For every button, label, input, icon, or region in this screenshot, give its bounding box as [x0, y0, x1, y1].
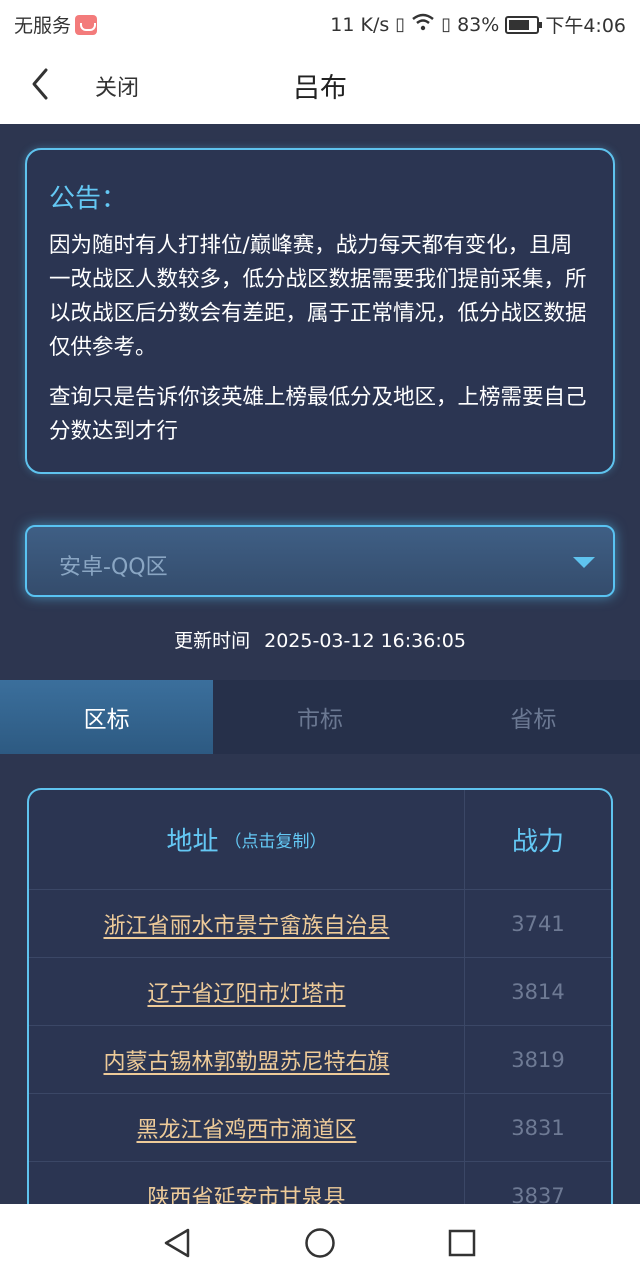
- vibrate-icon: ▯: [395, 14, 406, 35]
- rank-tabs: 区标 市标 省标: [0, 680, 640, 754]
- update-time-label: 更新时间: [174, 630, 251, 652]
- notification-app-icon: [75, 14, 98, 35]
- table-row: 黑龙江省鸡西市滴道区 3831: [29, 1094, 611, 1162]
- net-speed: 11 K/s: [330, 13, 390, 36]
- address-cell[interactable]: 浙江省丽水市景宁畲族自治县: [29, 890, 465, 957]
- alert-icon: ▯: [441, 14, 452, 35]
- notice-paragraph: 因为随时有人打排位/巅峰赛，战力每天都有变化，且周一改战区人数较多，低分战区数据…: [49, 233, 587, 360]
- nav-home-icon[interactable]: [303, 1226, 337, 1260]
- wifi-icon: [411, 13, 435, 36]
- address-cell[interactable]: 内蒙古锡林郭勒盟苏尼特右旗: [29, 1026, 465, 1093]
- battery-percent: 83%: [457, 13, 500, 36]
- table-row: 浙江省丽水市景宁畲族自治县 3741: [29, 890, 611, 958]
- column-header-power: 战力: [511, 827, 564, 857]
- back-arrow-icon[interactable]: [24, 62, 64, 106]
- table-row: 辽宁省辽阳市灯塔市 3814: [29, 958, 611, 1026]
- nav-back-icon[interactable]: [160, 1226, 194, 1260]
- notice-paragraph: 查询只是告诉你该英雄上榜最低分及地区，上榜需要自己分数达到才行: [49, 385, 587, 444]
- close-link[interactable]: 关闭: [95, 70, 139, 102]
- region-select-value: 安卓-QQ区: [59, 555, 168, 580]
- clock: 下午4:06: [545, 15, 626, 37]
- power-cell: 3831: [511, 1115, 565, 1140]
- region-select[interactable]: 安卓-QQ区: [25, 525, 615, 597]
- status-bar: 无服务 11 K/s ▯ ▯ 83% 下午4:06: [0, 0, 640, 44]
- tab-province[interactable]: 省标: [427, 680, 640, 754]
- tab-district[interactable]: 区标: [0, 680, 214, 754]
- system-nav-bar: [0, 1204, 640, 1280]
- power-cell: 3819: [511, 1047, 565, 1072]
- battery-icon: [505, 15, 543, 34]
- notice-panel: 公告： 因为随时有人打排位/巅峰赛，战力每天都有变化，且周一改战区人数较多，低分…: [25, 148, 615, 474]
- nav-recents-icon[interactable]: [445, 1226, 479, 1260]
- power-cell: 3741: [511, 911, 565, 936]
- column-header-address: 地址 （点击复制）: [29, 790, 465, 889]
- table-header: 地址 （点击复制） 战力: [29, 790, 611, 890]
- chevron-down-icon: [573, 557, 595, 568]
- notice-title: 公告：: [49, 184, 128, 214]
- table-row: 内蒙古锡林郭勒盟苏尼特右旗 3819: [29, 1026, 611, 1094]
- title-bar: 关闭 吕布: [0, 44, 640, 124]
- column-header-address-hint: （点击复制）: [224, 832, 327, 852]
- address-cell[interactable]: 辽宁省辽阳市灯塔市: [29, 958, 465, 1025]
- power-cell: 3814: [511, 979, 565, 1004]
- carrier-text: 无服务: [14, 15, 72, 37]
- tab-city[interactable]: 市标: [213, 680, 426, 754]
- address-cell[interactable]: 黑龙江省鸡西市滴道区: [29, 1094, 465, 1161]
- rank-table: 地址 （点击复制） 战力 浙江省丽水市景宁畲族自治县 3741 辽宁省辽阳市灯塔…: [27, 788, 613, 1248]
- column-header-address-label: 地址: [166, 827, 219, 857]
- update-time-value: 2025-03-12 16:36:05: [264, 630, 466, 652]
- update-time: 更新时间 2025-03-12 16:36:05: [0, 626, 640, 653]
